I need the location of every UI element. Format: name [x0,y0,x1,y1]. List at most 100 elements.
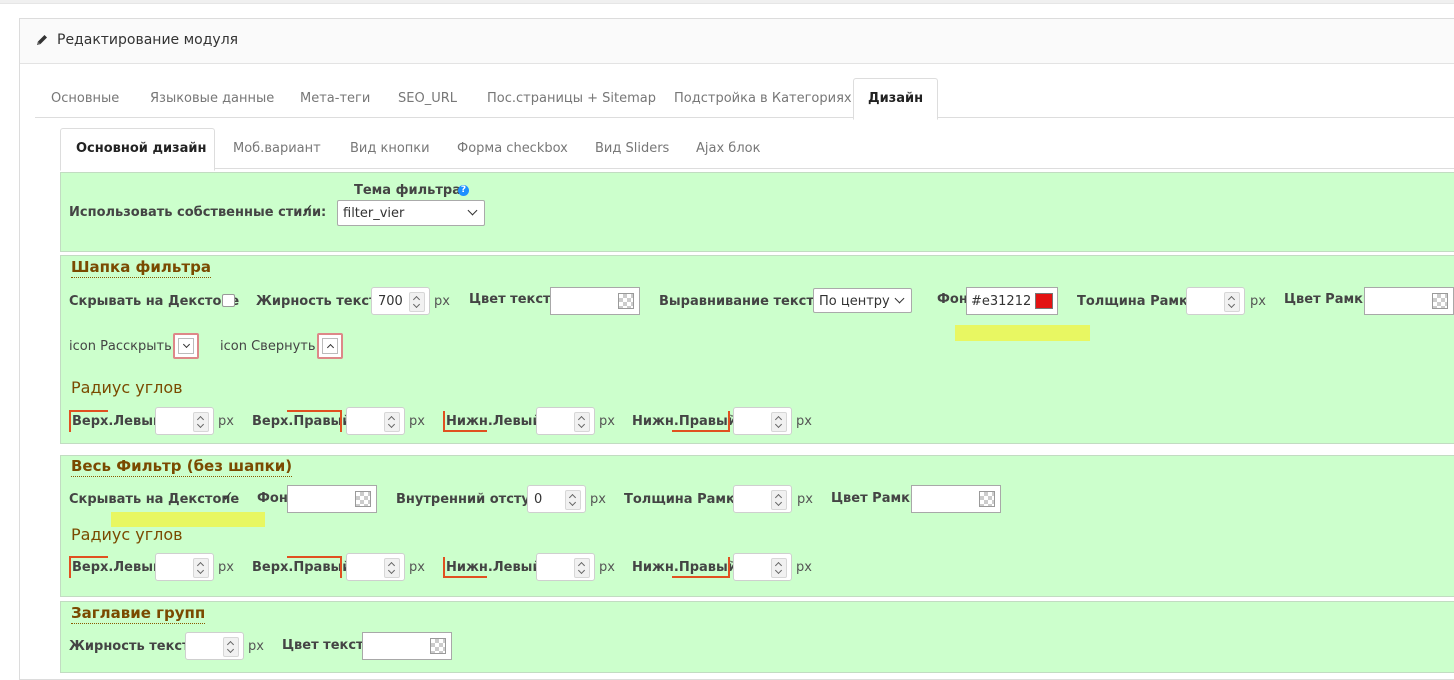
tabs-divider [35,117,853,118]
whole-padding-label: Внутренний отступ [396,492,539,507]
px-unit: px [599,414,615,429]
whole-radius-tl-input[interactable] [155,553,214,581]
px-unit: px [409,414,425,429]
panel-title: Редактирование модуля [57,32,239,48]
header-radius-bl-input[interactable] [536,407,595,435]
color-picker-icon [430,638,446,654]
corner-tl-mark [69,410,108,432]
whole-section-title: Весь Фильтр (без шапки) [71,457,293,477]
chevron-up-icon[interactable] [317,333,343,359]
subtab-checkbox-form[interactable]: Форма checkbox [457,141,568,156]
subtab-mobile[interactable]: Моб.вариант [233,141,321,156]
color-picker-icon [979,491,995,507]
px-unit: px [248,639,264,654]
header-bg-label: Фон [937,292,968,307]
header-radius-tr-input[interactable] [346,407,405,435]
whole-hide-desktop-label: Скрывать на Декстопе [69,492,240,507]
header-font-weight-input[interactable]: 700 [371,287,430,315]
px-unit: px [1250,294,1266,309]
groups-font-weight-input[interactable] [185,632,244,660]
groups-font-weight-label: Жирность текста [69,639,199,654]
whole-radius-tr-input[interactable] [346,553,405,581]
color-swatch [1035,293,1053,309]
color-picker-icon [1432,293,1448,309]
header-radius-title: Радиус углов [71,378,183,397]
subtab-ajax-block[interactable]: Ajax блок [696,141,760,156]
subtab-main-design[interactable]: Основной дизайн [76,141,206,156]
theme-select-value: filter_vier [343,206,405,221]
chevron-down-icon [894,293,905,304]
panel-header: Редактирование модуля [20,19,1454,64]
corner-tr-mark [287,556,342,578]
px-unit: px [218,414,234,429]
use-styles-checkbox[interactable]: ✓ [302,202,314,218]
top-border [0,0,1454,4]
chevron-down-icon [467,205,478,216]
color-picker-icon [355,491,371,507]
tab-main[interactable]: Основные [51,91,119,106]
whole-border-color-label: Цвет Рамки [831,491,920,506]
groups-text-color-label: Цвет текста [282,638,373,653]
theme-label: Тема фильтра: [354,183,467,198]
header-border-width-input[interactable] [1186,287,1245,315]
header-border-width-label: Толщина Рамки [1077,294,1197,309]
whole-radius-br-input[interactable] [733,553,792,581]
px-unit: px [599,560,615,575]
header-align-select[interactable]: По центру [813,288,912,313]
color-picker-icon [618,293,634,309]
whole-hide-desktop-checkbox[interactable]: ✓ [222,489,234,505]
subtab-button-view[interactable]: Вид кнопки [350,141,430,156]
px-unit: px [796,560,812,575]
groups-section-title: Заглавие групп [71,604,206,624]
tab-design[interactable]: Дизайн [868,91,923,106]
tab-meta-tags[interactable]: Мета-теги [300,91,370,106]
corner-br-mark [672,557,730,578]
header-border-color-label: Цвет Рамки [1284,292,1373,307]
highlight-mark [955,325,1090,341]
group-title-section [60,601,1454,673]
chevron-down-icon[interactable] [173,333,199,359]
whole-padding-input[interactable]: 0 [527,485,586,513]
help-icon[interactable]: ? [458,185,469,196]
whole-border-color-input[interactable] [911,485,1001,513]
subtabs-divider [214,168,1454,169]
whole-radius-bl-input[interactable] [536,553,595,581]
icon-expand-label: icon Расскрыть [69,339,172,354]
px-unit: px [218,560,234,575]
header-text-color-input[interactable] [550,287,640,315]
header-bg-input[interactable]: #e31212 [966,287,1058,315]
header-text-color-label: Цвет текста [469,292,560,307]
tab-language-data[interactable]: Языковые данные [150,91,274,106]
header-align-label: Выравнивание текста [659,294,823,309]
groups-text-color-input[interactable] [362,632,452,660]
header-border-color-input[interactable] [1364,287,1454,315]
px-unit: px [434,294,450,309]
tab-category-setup[interactable]: Подстройка в Категориях [674,91,852,106]
whole-radius-title: Радиус углов [71,525,183,544]
whole-bg-input[interactable] [287,485,377,513]
corner-br-mark [672,411,730,432]
header-section-title: Шапка фильтра [71,258,211,278]
pencil-icon [37,35,47,45]
icon-collapse-label: icon Свернуть [220,339,316,354]
tabs-divider-right [937,117,1454,118]
px-unit: px [797,492,813,507]
subtab-sliders[interactable]: Вид Sliders [595,141,669,156]
whole-border-width-input[interactable] [733,485,792,513]
header-align-value: По центру [819,294,890,309]
tab-pages-sitemap[interactable]: Пос.страницы + Sitemap [487,91,656,106]
theme-select[interactable]: filter_vier [337,200,485,226]
px-unit: px [409,560,425,575]
header-radius-br-input[interactable] [733,407,792,435]
header-hide-desktop-label: Скрывать на Декстопе [69,294,240,309]
corner-bl-mark [443,557,487,578]
corner-bl-mark [443,411,487,432]
whole-border-width-label: Толщина Рамки [624,492,744,507]
corner-tr-mark [287,410,342,432]
header-font-weight-label: Жирность текста [256,294,386,309]
header-radius-tl-input[interactable] [155,407,214,435]
header-hide-desktop-checkbox[interactable] [222,294,235,307]
tab-seo-url[interactable]: SEO_URL [398,91,457,106]
corner-tl-mark [69,556,108,578]
px-unit: px [796,414,812,429]
